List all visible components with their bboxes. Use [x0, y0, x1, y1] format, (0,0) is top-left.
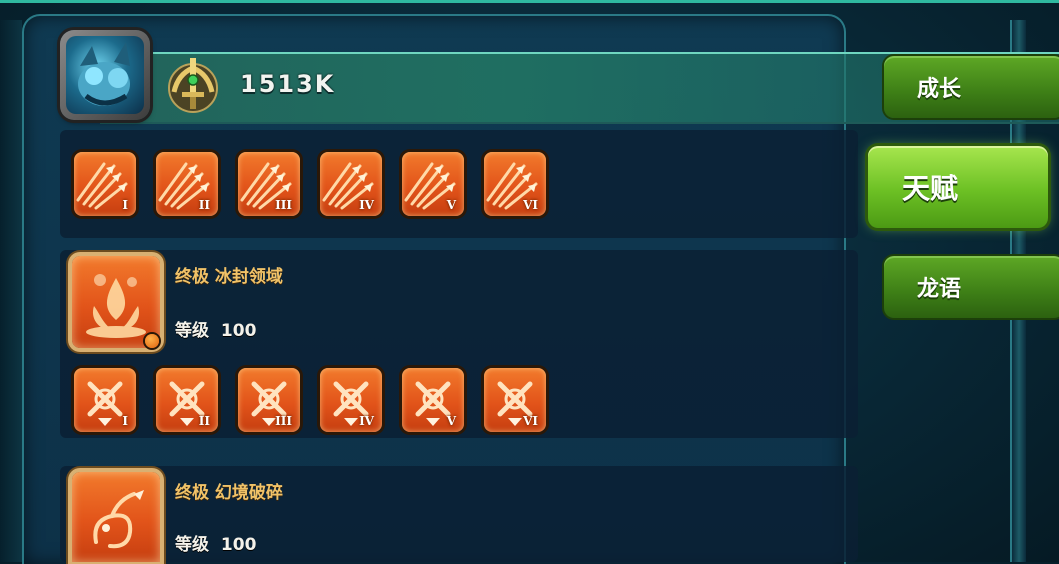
tier-label: V: [446, 198, 456, 212]
crossed-swords-icon[interactable]: III: [238, 368, 300, 432]
ultimate-title: 终极 冰封领域: [175, 262, 283, 287]
arrow-volley-icon[interactable]: II: [156, 152, 218, 216]
level-label: 等级: [175, 321, 209, 341]
tab-talent[interactable]: 天赋: [868, 146, 1048, 228]
crossed-swords-icon[interactable]: VI: [484, 368, 546, 432]
crossed-swords-icon[interactable]: II: [156, 368, 218, 432]
tier-label: III: [275, 198, 292, 212]
ultimate-name: 冰封领域: [214, 267, 283, 287]
ultimate-prefix: 终极: [175, 483, 209, 503]
tier-label: II: [198, 414, 210, 428]
arrow-volley-icon[interactable]: I: [74, 152, 136, 216]
tab-growth[interactable]: 成长: [884, 56, 1059, 118]
level-label: 等级: [175, 535, 209, 555]
tab-dragon-language[interactable]: 龙语: [884, 256, 1059, 318]
tier-label: III: [275, 414, 292, 428]
ultimate-title: 终极 幻境破碎: [175, 478, 283, 503]
arrow-volley-icon[interactable]: IV: [320, 152, 382, 216]
tier-label: VI: [523, 198, 538, 212]
tier-label: VI: [523, 414, 538, 428]
notification-dot: [145, 334, 159, 348]
tier-label: IV: [359, 198, 374, 212]
ultimate-prefix: 终极: [175, 267, 209, 287]
arrow-volley-icon[interactable]: VI: [484, 152, 546, 216]
crossed-swords-icon[interactable]: V: [402, 368, 464, 432]
tier-label: IV: [359, 414, 374, 428]
ultimate-level: 等级 100: [175, 530, 256, 555]
level-value: 100: [220, 535, 257, 555]
flame-burst-icon[interactable]: [72, 256, 160, 348]
combat-power-value: 1513K: [240, 70, 336, 98]
dragon-emblem-icon[interactable]: [72, 472, 160, 562]
level-value: 100: [220, 321, 257, 341]
ultimate-name: 幻境破碎: [214, 483, 283, 503]
crossed-swords-icon[interactable]: IV: [320, 368, 382, 432]
tier-label: V: [446, 414, 456, 428]
tier-label: I: [122, 414, 128, 428]
dragon-portrait-icon: [66, 36, 144, 114]
ultimate-level: 等级 100: [175, 316, 256, 341]
arrow-volley-icon[interactable]: V: [402, 152, 464, 216]
tier-label: I: [122, 198, 128, 212]
left-border-decoration: [0, 20, 22, 562]
golden-sword-laurel-icon: [160, 52, 226, 118]
crossed-swords-icon[interactable]: I: [74, 368, 136, 432]
tier-label: II: [198, 198, 210, 212]
hero-avatar[interactable]: [60, 30, 150, 120]
arrow-volley-icon[interactable]: III: [238, 152, 300, 216]
